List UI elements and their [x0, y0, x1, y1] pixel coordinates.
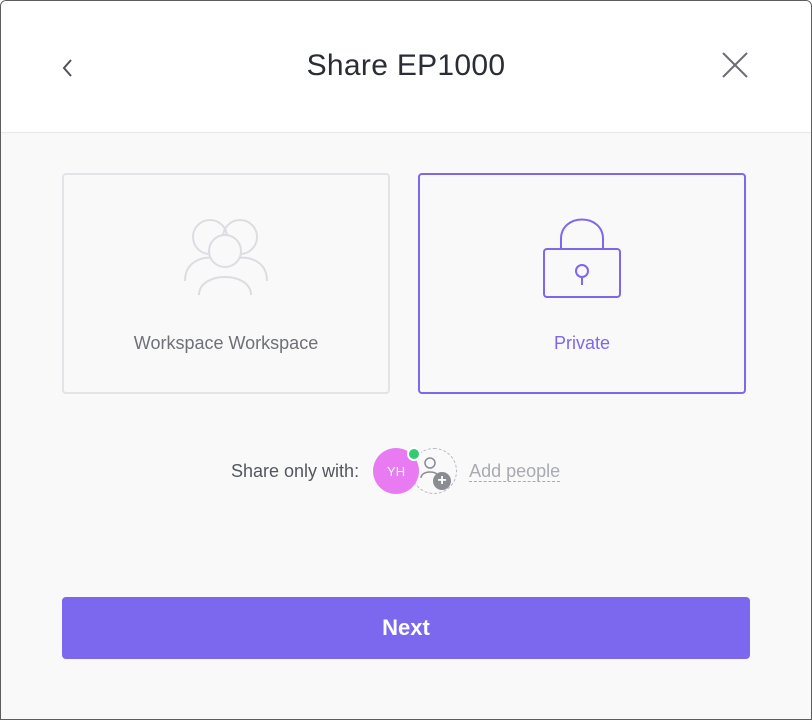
share-modal: Share EP1000 Workspace Workspace Private… [0, 0, 812, 720]
workspace-option-label: Workspace Workspace [133, 333, 319, 353]
online-status-dot [407, 447, 422, 461]
modal-header: Share EP1000 [1, 1, 811, 133]
avatar[interactable]: YH [373, 447, 422, 494]
private-option-card[interactable]: Private [418, 173, 746, 394]
workspace-option-card[interactable]: Workspace Workspace [62, 173, 390, 394]
lock-icon [543, 218, 621, 298]
close-icon [722, 52, 748, 78]
add-people-link[interactable]: Add people [469, 461, 561, 482]
private-option-label: Private [553, 333, 611, 353]
users-icon [184, 219, 268, 296]
close-button[interactable] [717, 47, 753, 83]
next-button[interactable]: Next [62, 597, 750, 659]
plus-icon: + [433, 472, 452, 490]
avatar-initials: YH [387, 463, 406, 479]
share-only-with-label: Share only with: [231, 460, 360, 481]
share-only-with-row: Share only with: YH + Add people [231, 447, 561, 495]
modal-title: Share EP1000 [306, 49, 506, 82]
